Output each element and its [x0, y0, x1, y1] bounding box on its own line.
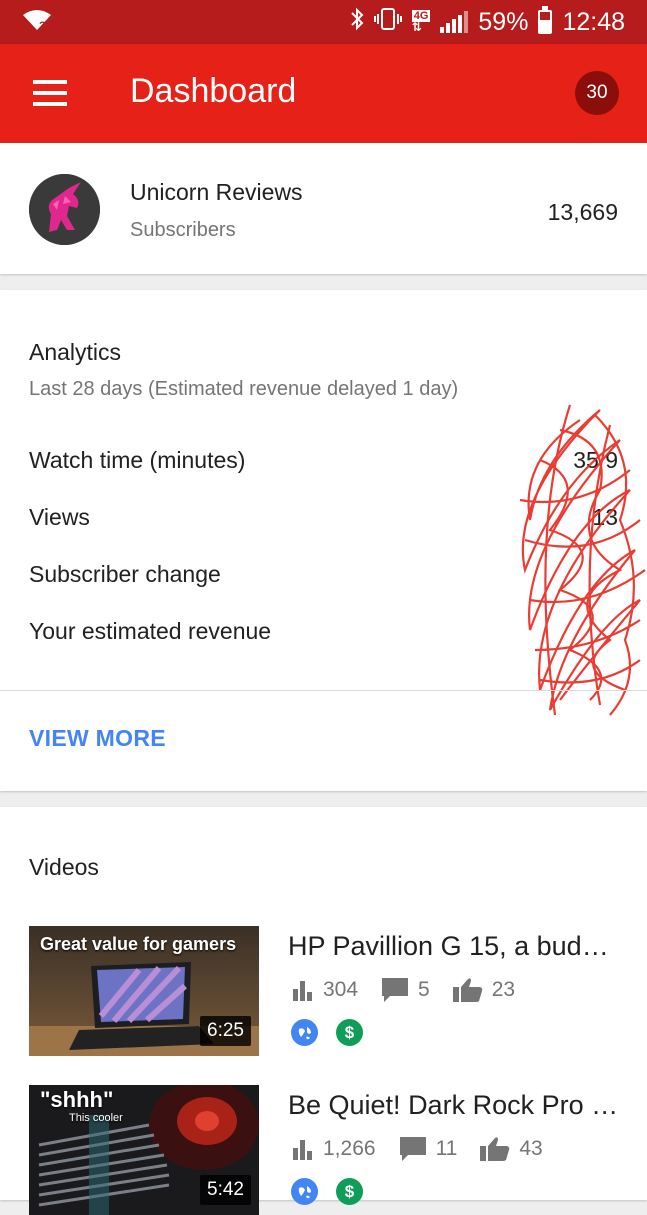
comment-count: 11 [435, 1137, 458, 1160]
metric-watch-time-label: Watch time (minutes) [29, 447, 246, 473]
page-title: Dashboard [130, 72, 297, 110]
video-duration: 6:25 [200, 1016, 251, 1046]
subscribers-label: Subscribers [130, 219, 236, 241]
video-duration: 5:42 [200, 1175, 251, 1205]
thumbnail-caption: Great value for gamers [40, 934, 237, 954]
video-item[interactable]: "shhh" This cooler 5:42 Be Quiet! Dark R… [0, 1085, 647, 1215]
thumbs-up-icon [452, 978, 482, 1002]
video-thumbnail[interactable]: Great value for gamers 6:25 [29, 926, 259, 1056]
analytics-subtitle: Last 28 days (Estimated revenue delayed … [29, 378, 459, 400]
videos-title: Videos [29, 854, 99, 880]
vibrate-icon [373, 7, 402, 38]
unicorn-icon [29, 174, 100, 245]
metric-views-label: Views [29, 504, 90, 530]
channel-name: Unicorn Reviews [130, 179, 303, 205]
thumbnail-subcaption: This cooler [69, 1112, 123, 1124]
app-bar: Dashboard 30 [0, 44, 647, 143]
video-stats: 304 5 23 [291, 976, 537, 1004]
subscriber-count: 13,669 [547, 199, 618, 225]
redaction-scribble [519, 404, 646, 716]
video-stats: 1,266 11 43 [291, 1135, 565, 1163]
analytics-title: Analytics [29, 339, 122, 365]
battery-icon [538, 6, 553, 34]
channel-card[interactable]: Unicorn Reviews Subscribers 13,669 [0, 143, 647, 274]
monetization-dollar-icon: $ [336, 1019, 363, 1046]
public-globe-icon [291, 1178, 318, 1205]
monetization-dollar-icon: $ [336, 1178, 363, 1205]
videos-card: Videos Great value for gamers 6:25 HP Pa… [0, 807, 647, 1215]
svg-text:?: ? [39, 20, 46, 31]
metric-revenue-label: Your estimated revenue [29, 618, 272, 644]
menu-icon[interactable] [33, 80, 67, 106]
public-globe-icon [291, 1019, 318, 1046]
channel-avatar[interactable] [29, 174, 100, 245]
video-thumbnail[interactable]: "shhh" This cooler 5:42 [29, 1085, 259, 1215]
network-4g-icon: 4G ⇅ [411, 9, 431, 34]
analytics-card: Analytics Last 28 days (Estimated revenu… [0, 290, 647, 791]
comment-icon [399, 1137, 426, 1161]
metric-subscriber-change-label: Subscriber change [29, 561, 221, 587]
clock: 12:48 [562, 7, 625, 36]
comment-icon [382, 978, 409, 1002]
views-bar-chart-icon [293, 981, 312, 1001]
video-item[interactable]: Great value for gamers 6:25 HP Pavillion… [0, 926, 647, 1056]
signal-icon [440, 11, 469, 33]
thumbnail-caption: "shhh" [40, 1087, 114, 1112]
views-bar-chart-icon [293, 1140, 312, 1160]
video-title[interactable]: Be Quiet! Dark Rock Pro 4 review [288, 1090, 623, 1121]
view-count: 304 [323, 978, 359, 1001]
video-badges: $ [291, 1019, 363, 1046]
notification-count-badge[interactable]: 30 [575, 71, 619, 115]
comment-count: 5 [418, 978, 430, 1001]
like-count: 43 [519, 1137, 543, 1160]
view-more-button[interactable]: VIEW MORE [29, 725, 166, 752]
status-bar: ? 4G ⇅ 59% 12:48 [0, 0, 647, 44]
video-badges: $ [291, 1178, 363, 1205]
bluetooth-icon [350, 7, 364, 38]
wifi-icon: ? [22, 9, 52, 36]
divider [0, 690, 647, 691]
view-count: 1,266 [323, 1137, 376, 1160]
like-count: 23 [491, 978, 516, 1001]
battery-percent: 59% [478, 7, 529, 36]
thumbs-up-icon [480, 1137, 510, 1161]
video-title[interactable]: HP Pavillion G 15, a budget gaming lapto… [288, 931, 623, 962]
